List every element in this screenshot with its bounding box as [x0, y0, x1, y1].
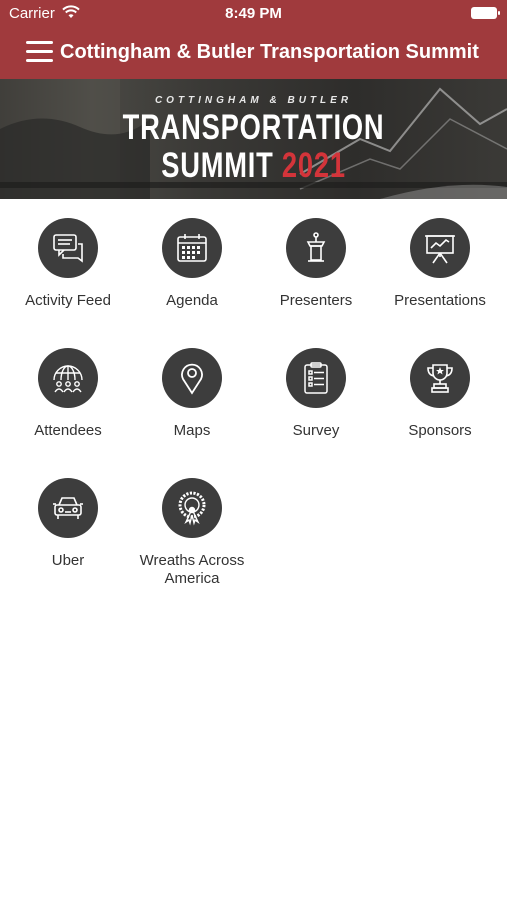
- maps-label: Maps: [173, 422, 211, 439]
- presentations-tile[interactable]: Presentations: [378, 218, 502, 310]
- presenters-label: Presenters: [279, 292, 353, 309]
- banner-year: 2021: [281, 146, 346, 185]
- attendees-label: Attendees: [34, 422, 102, 439]
- activity-feed-label: Activity Feed: [25, 292, 111, 309]
- clock: 8:49 PM: [225, 5, 282, 22]
- hamburger-menu-icon[interactable]: [26, 41, 53, 63]
- banner-title-line2: SUMMIT 2021: [161, 146, 346, 185]
- status-bar: Carrier 8:49 PM: [0, 0, 507, 28]
- globe-people-icon: [53, 365, 83, 393]
- attendees-tile[interactable]: Attendees: [6, 348, 130, 440]
- activity-feed-tile[interactable]: Activity Feed: [6, 218, 130, 310]
- survey-tile[interactable]: Survey: [254, 348, 378, 440]
- battery-icon: [471, 7, 500, 19]
- app-header: Carrier 8:49 PM Cottingham & Butler Tran…: [0, 0, 507, 79]
- map-pin-icon: [181, 363, 203, 395]
- uber-tile[interactable]: Uber: [6, 478, 130, 570]
- podium-icon: [306, 232, 326, 262]
- survey-label: Survey: [292, 422, 340, 439]
- chat-bubbles-icon: [53, 234, 83, 263]
- wreaths-tile[interactable]: Wreaths Across America: [130, 478, 254, 588]
- presentations-label: Presentations: [394, 292, 486, 309]
- presentation-board-icon: [425, 235, 455, 264]
- car-icon: [53, 497, 83, 519]
- calendar-icon: [177, 234, 207, 262]
- wreath-icon: [178, 491, 206, 526]
- maps-tile[interactable]: Maps: [130, 348, 254, 440]
- wreaths-label: Wreaths Across America: [139, 552, 245, 587]
- presenters-tile[interactable]: Presenters: [254, 218, 378, 310]
- nav-bar: Cottingham & Butler Transportation Summi…: [0, 28, 507, 79]
- trophy-icon: [427, 364, 453, 393]
- page-title: Cottingham & Butler Transportation Summi…: [60, 41, 479, 63]
- agenda-tile[interactable]: Agenda: [130, 218, 254, 310]
- sponsors-label: Sponsors: [408, 422, 472, 439]
- banner-title-line1: TRANSPORTATION: [122, 108, 385, 147]
- event-banner: COTTINGHAM & BUTLER TRANSPORTATION SUMMI…: [0, 79, 507, 199]
- clipboard-checklist-icon: [304, 362, 328, 394]
- banner-subtitle: COTTINGHAM & BUTLER: [154, 95, 353, 106]
- uber-label: Uber: [51, 552, 85, 569]
- agenda-label: Agenda: [166, 292, 218, 309]
- sponsors-tile[interactable]: Sponsors: [378, 348, 502, 440]
